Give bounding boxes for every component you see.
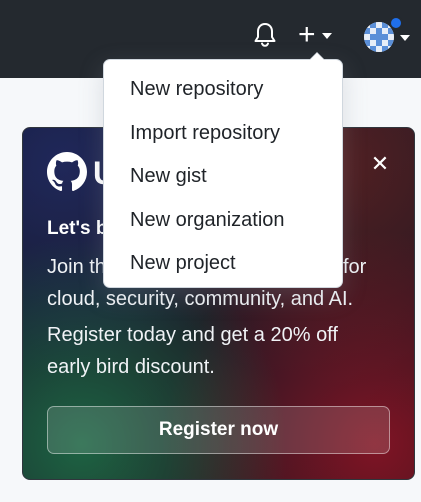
promo-text-line: early bird discount. (47, 356, 215, 378)
bell-icon-glyph (254, 23, 276, 47)
bell-icon[interactable] (250, 20, 280, 50)
register-now-button[interactable]: Register now (47, 406, 390, 454)
menu-item-new-repository[interactable]: New repository (104, 68, 342, 112)
menu-item-new-project[interactable]: New project (104, 242, 342, 286)
caret-down-icon (400, 35, 410, 41)
status-dot (389, 16, 403, 30)
github-mark-icon (47, 152, 87, 192)
promo-text-line: Register today and get a 20% off (47, 324, 338, 346)
create-new-button[interactable]: + (298, 20, 348, 50)
promo-text-line: Join th (47, 256, 106, 278)
close-icon[interactable]: ✕ (368, 152, 392, 176)
caret-down-icon (321, 33, 332, 39)
plus-icon: + (298, 18, 316, 51)
promo-text-line: for (343, 256, 367, 278)
menu-item-new-organization[interactable]: New organization (104, 199, 342, 243)
menu-item-new-gist[interactable]: New gist (104, 155, 342, 199)
create-new-menu: New repository Import repository New gis… (103, 52, 343, 288)
promo-heading: Let's b (47, 218, 108, 239)
promo-text-line: cloud, security, community, and AI. (47, 288, 354, 310)
menu-item-import-repository[interactable]: Import repository (104, 112, 342, 156)
